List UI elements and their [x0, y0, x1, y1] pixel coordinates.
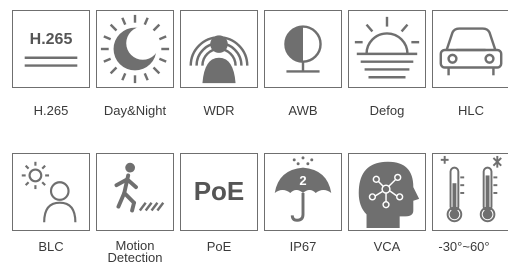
ip67-tile: 2 — [264, 153, 342, 231]
wdr-tile — [180, 10, 258, 88]
motion-detection-label: Motion Detection — [107, 238, 163, 265]
day-night-label: Day&Night — [103, 103, 167, 118]
defog-label: Defog — [369, 103, 405, 118]
hlc-label: HLC — [457, 103, 484, 118]
vca-head-icon — [358, 161, 420, 229]
temperature-tile — [432, 153, 508, 231]
blc-label: BLC — [38, 239, 64, 254]
poe-icon: PoE — [193, 176, 245, 206]
h265-tile: H.265 — [12, 10, 90, 88]
wdr-icon — [189, 35, 249, 84]
vca-label: VCA — [373, 239, 401, 254]
defog-tile — [348, 10, 426, 88]
awb-icon — [284, 25, 322, 73]
h265-lines — [24, 56, 78, 67]
ip67-label: IP67 — [289, 239, 317, 254]
awb-tile — [264, 10, 342, 88]
temperature-label: -30°~60° — [438, 239, 490, 254]
awb-label: AWB — [288, 103, 318, 118]
hlc-tile — [432, 10, 508, 88]
ip67-badge: 2 — [299, 173, 307, 188]
poe-label: PoE — [206, 239, 232, 254]
blc-tile — [12, 153, 90, 231]
motion-detection-tile — [96, 153, 174, 231]
h265-label: H.265 — [33, 103, 69, 118]
defog-icon — [354, 16, 420, 79]
day-night-tile — [96, 10, 174, 88]
temperature-range-icon — [440, 155, 502, 223]
day-night-icon — [100, 14, 170, 84]
blc-icon — [21, 161, 77, 223]
vca-tile — [348, 153, 426, 231]
motion-detection-icon — [114, 162, 165, 213]
poe-tile: PoE — [180, 153, 258, 231]
hlc-car-icon — [439, 27, 503, 76]
ip67-umbrella-icon — [274, 156, 332, 222]
wdr-label: WDR — [203, 103, 235, 118]
